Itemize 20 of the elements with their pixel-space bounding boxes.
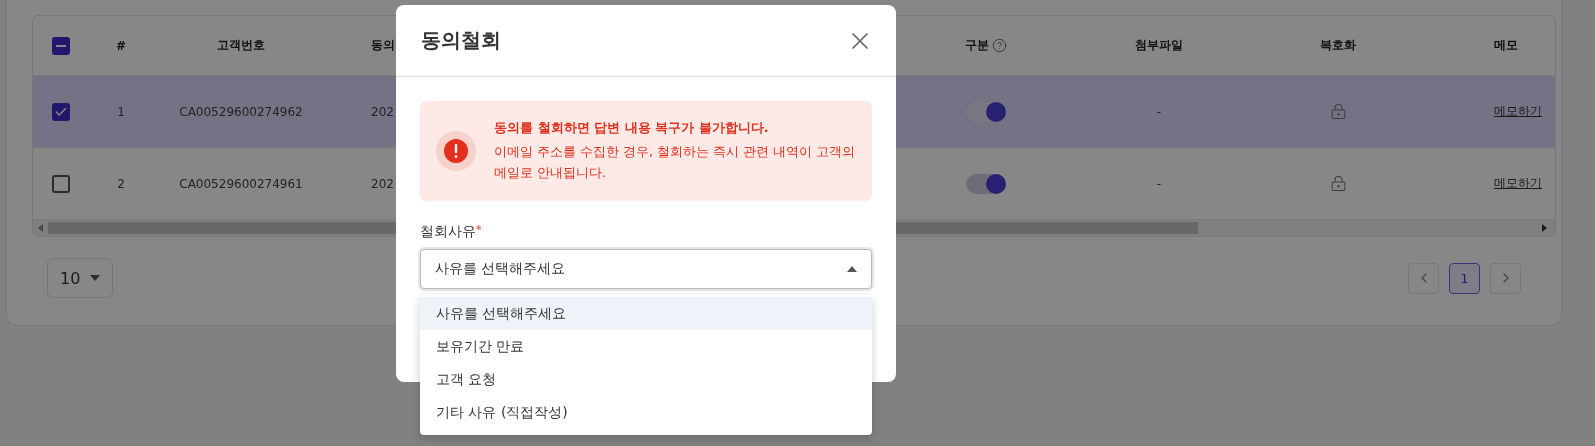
- column-header: 첨부파일: [1135, 37, 1183, 54]
- attachment-cell: -: [1156, 176, 1162, 191]
- customer-id: CA00529600274961: [179, 176, 303, 191]
- attachment-cell: -: [1156, 104, 1162, 119]
- column-header: #: [115, 38, 127, 53]
- column-header: 복호화: [1320, 37, 1356, 54]
- alert-title: 동의를 철회하면 답변 내용 복구가 불가합니다.: [494, 119, 770, 137]
- column-header: 동의: [371, 37, 395, 54]
- required-mark: *: [476, 223, 482, 236]
- alert-message: 이메일 주소를 수집한 경우, 철회하는 즉시 관련 내역이 고객의 메일로 안내됩니다.: [494, 143, 856, 182]
- field-label: 철회사유: [420, 223, 476, 241]
- dialog-title: 동의철회: [421, 27, 501, 54]
- row-number: 1: [117, 104, 125, 119]
- customer-id: CA00529600274962: [179, 104, 303, 119]
- column-header: 고객번호: [217, 37, 265, 54]
- table-cell: 202: [371, 104, 394, 119]
- row-number: 2: [117, 176, 125, 191]
- column-header: 구분: [965, 37, 989, 54]
- column-header: 메모: [1494, 37, 1518, 54]
- table-cell: 202: [371, 176, 394, 191]
